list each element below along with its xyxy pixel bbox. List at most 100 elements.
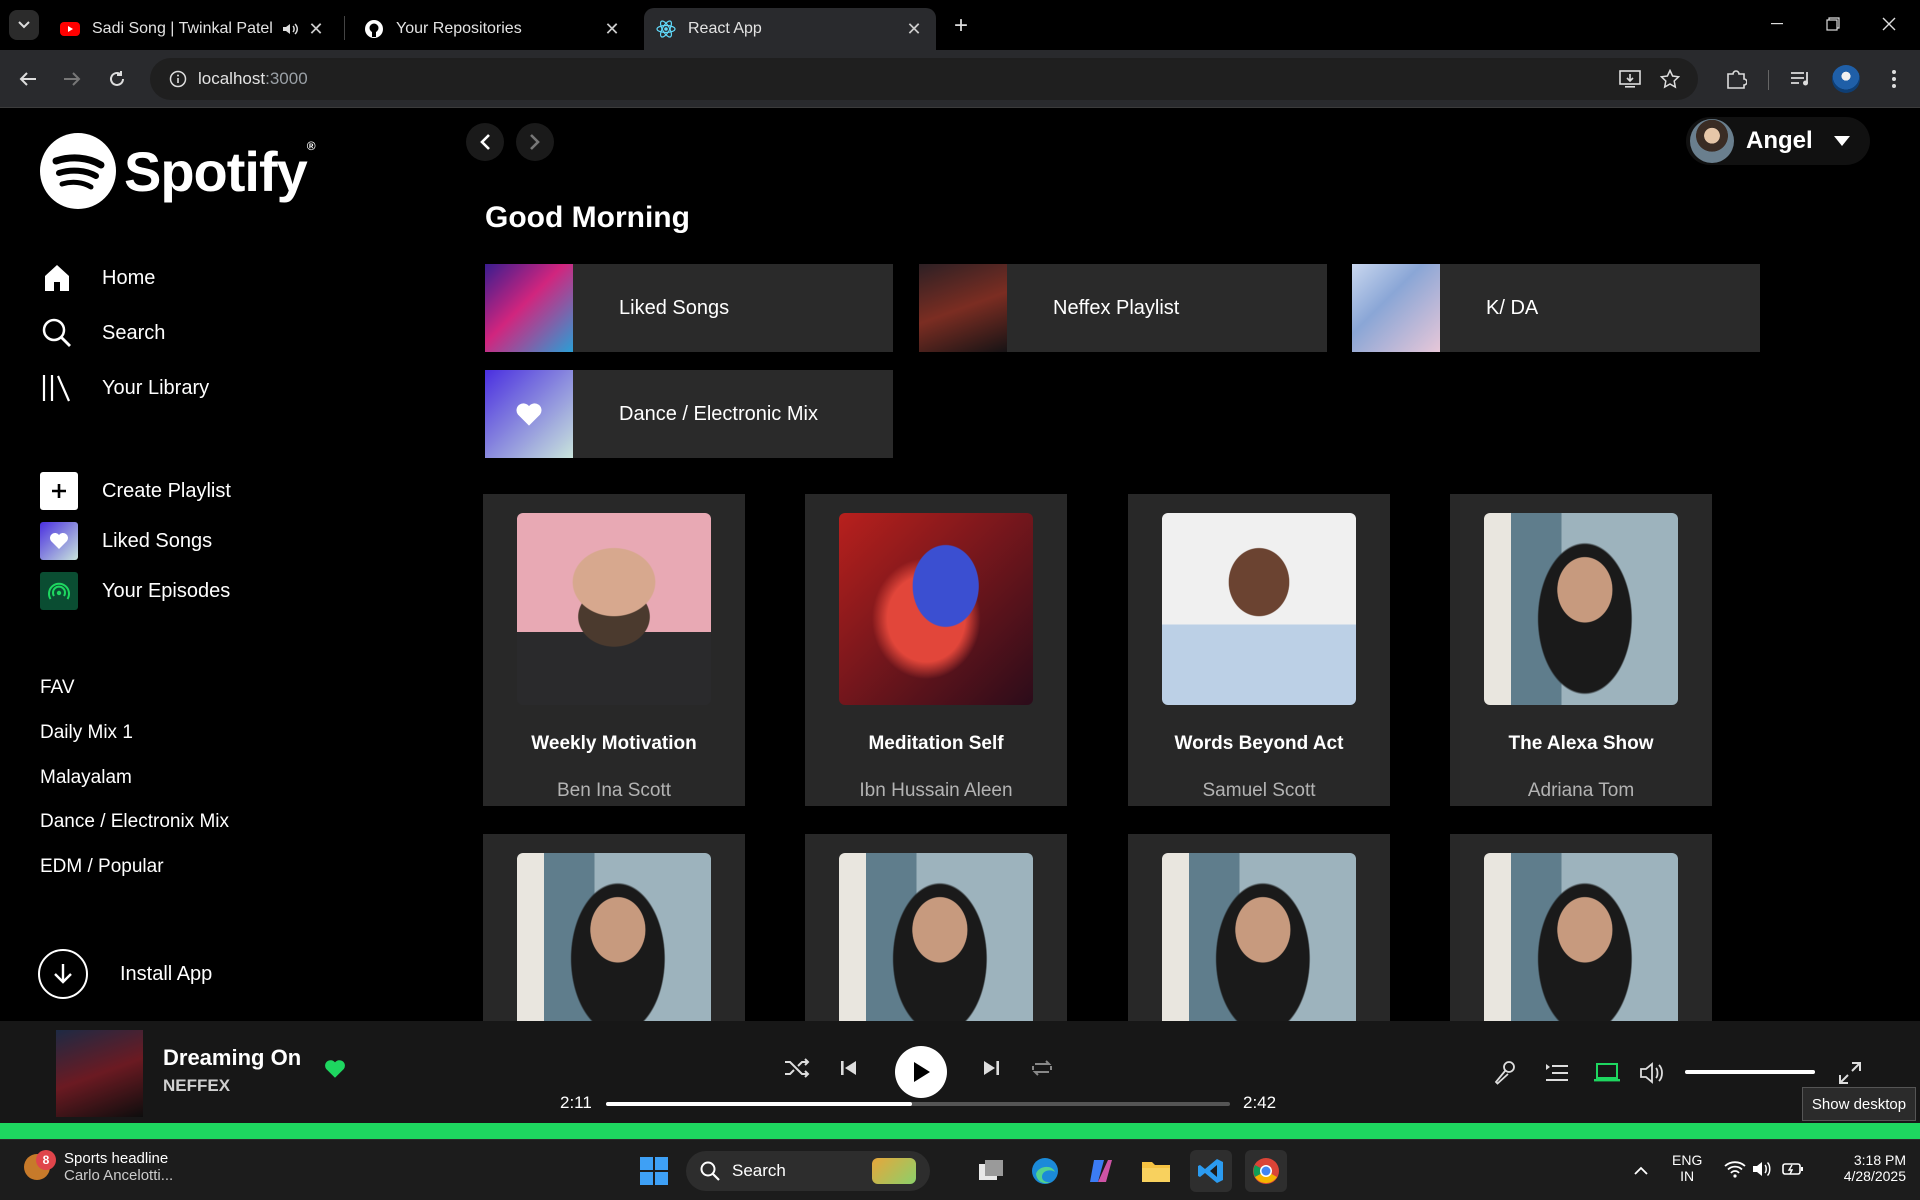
url-text[interactable]: localhost:3000 xyxy=(198,69,308,89)
sidebar-item-search[interactable]: Search xyxy=(40,316,165,350)
news-title: Sports headline xyxy=(64,1150,169,1167)
language-indicator[interactable]: ENG IN xyxy=(1672,1152,1702,1184)
address-bar[interactable]: localhost:3000 xyxy=(150,58,1698,100)
podcast-card[interactable]: Words Beyond Act Samuel Scott xyxy=(1128,494,1390,806)
quick-pick-label: K/ DA xyxy=(1486,296,1539,319)
avatar xyxy=(1690,119,1734,163)
progress-strip xyxy=(0,1123,1920,1139)
sidebar-playlist-item[interactable]: FAV xyxy=(40,677,75,699)
like-heart-icon[interactable] xyxy=(324,1059,346,1084)
clock[interactable]: 3:18 PM 4/28/2025 xyxy=(1826,1152,1906,1184)
react-icon xyxy=(656,19,676,39)
close-window-button[interactable] xyxy=(1866,8,1912,40)
podcast-card[interactable] xyxy=(483,834,745,1021)
quick-pick-liked-songs[interactable]: Liked Songs xyxy=(485,264,893,352)
forward-button[interactable] xyxy=(56,63,88,95)
start-button[interactable] xyxy=(633,1150,675,1192)
media-controls-icon[interactable] xyxy=(1785,63,1817,95)
new-tab-button[interactable]: + xyxy=(946,11,976,41)
profile-avatar-icon[interactable] xyxy=(1830,63,1862,95)
podcast-card[interactable]: Weekly Motivation Ben Ina Scott xyxy=(483,494,745,806)
quick-pick-artwork xyxy=(1352,264,1440,352)
taskbar-search[interactable]: Search xyxy=(686,1151,930,1191)
file-explorer-app[interactable] xyxy=(1135,1150,1177,1192)
user-menu[interactable]: Angel xyxy=(1686,117,1870,165)
speaker-icon[interactable] xyxy=(280,19,300,39)
play-button[interactable] xyxy=(895,1046,947,1098)
podcast-card[interactable] xyxy=(805,834,1067,1021)
speaker-icon xyxy=(1640,1062,1663,1084)
volume-tray-icon[interactable] xyxy=(1752,1160,1772,1183)
podcast-card[interactable]: Meditation Self Ibn Hussain Aleen xyxy=(805,494,1067,806)
extensions-icon[interactable] xyxy=(1720,63,1752,95)
task-view-icon xyxy=(979,1160,1003,1180)
volume-slider[interactable] xyxy=(1685,1070,1815,1074)
sidebar-playlist-item[interactable]: Daily Mix 1 xyxy=(40,722,133,744)
sidebar-item-label: Create Playlist xyxy=(102,479,231,502)
copilot-app[interactable] xyxy=(1080,1150,1122,1192)
browser-tab-react-app[interactable]: React App ✕ xyxy=(644,8,936,50)
news-widget[interactable]: 8 Sports headline Carlo Ancelotti... xyxy=(24,1150,173,1184)
your-episodes-button[interactable]: Your Episodes xyxy=(40,572,230,610)
sidebar-playlist-item[interactable]: Malayalam xyxy=(40,767,132,789)
history-forward-button[interactable] xyxy=(516,123,554,161)
next-button[interactable] xyxy=(974,1051,1008,1085)
lyrics-button[interactable] xyxy=(1490,1058,1520,1088)
restore-button[interactable] xyxy=(1810,8,1856,40)
taskbar-search-label: Search xyxy=(732,1161,786,1180)
browser-menu-icon[interactable] xyxy=(1878,63,1910,95)
liked-songs-button[interactable]: Liked Songs xyxy=(40,522,212,560)
connect-device-button[interactable] xyxy=(1592,1058,1622,1088)
shuffle-button[interactable] xyxy=(780,1051,814,1085)
quick-pick-neffex-playlist[interactable]: Neffex Playlist xyxy=(919,264,1327,352)
spotify-logo[interactable]: Spotify® xyxy=(40,133,316,209)
install-app-icon[interactable] xyxy=(1618,67,1642,91)
history-back-button[interactable] xyxy=(466,123,504,161)
volume-button[interactable] xyxy=(1637,1058,1667,1088)
quick-pick-dance-electronic-mix[interactable]: Dance / Electronic Mix xyxy=(485,370,893,458)
fullscreen-button[interactable] xyxy=(1835,1058,1865,1088)
tab-search-button[interactable] xyxy=(9,10,39,40)
now-playing-artist[interactable]: NEFFEX xyxy=(163,1076,230,1096)
device-icon xyxy=(1594,1063,1620,1082)
repeat-button[interactable] xyxy=(1025,1051,1059,1085)
now-playing-artwork[interactable] xyxy=(56,1030,143,1117)
close-icon xyxy=(1882,17,1896,31)
previous-button[interactable] xyxy=(832,1051,866,1085)
back-button[interactable] xyxy=(12,63,44,95)
wifi-icon[interactable] xyxy=(1724,1160,1746,1183)
reload-button[interactable] xyxy=(101,63,133,95)
sidebar-item-library[interactable]: Your Library xyxy=(40,371,209,405)
install-app-button[interactable]: Install App xyxy=(38,949,212,999)
chrome-app[interactable] xyxy=(1245,1150,1287,1192)
close-tab-icon[interactable]: ✕ xyxy=(904,19,924,39)
close-tab-icon[interactable]: ✕ xyxy=(602,19,622,39)
sidebar-item-home[interactable]: Home xyxy=(40,261,155,295)
card-image xyxy=(1162,853,1356,1021)
card-image xyxy=(517,853,711,1021)
vscode-app[interactable] xyxy=(1190,1150,1232,1192)
progress-bar[interactable] xyxy=(606,1102,1230,1106)
task-view-button[interactable] xyxy=(970,1150,1012,1192)
create-playlist-button[interactable]: Create Playlist xyxy=(40,472,231,510)
browser-tab-youtube[interactable]: Sadi Song | Twinkal Patel | C ✕ xyxy=(48,8,338,50)
card-title: Weekly Motivation xyxy=(531,733,697,754)
sidebar-playlist-item[interactable]: Dance / Electronix Mix xyxy=(40,811,229,833)
now-playing-title[interactable]: Dreaming On xyxy=(163,1045,301,1071)
site-info-icon[interactable] xyxy=(158,70,198,88)
bookmark-star-icon[interactable] xyxy=(1658,67,1682,91)
edge-app[interactable] xyxy=(1024,1150,1066,1192)
podcast-card[interactable] xyxy=(1128,834,1390,1021)
quick-pick-kda[interactable]: K/ DA xyxy=(1352,264,1760,352)
battery-icon[interactable] xyxy=(1782,1160,1804,1183)
show-hidden-icons-button[interactable] xyxy=(1620,1150,1662,1192)
podcast-card[interactable] xyxy=(1450,834,1712,1021)
podcast-card[interactable]: The Alexa Show Adriana Tom xyxy=(1450,494,1712,806)
card-subtitle: Samuel Scott xyxy=(1202,780,1316,801)
sidebar-playlist-item[interactable]: EDM / Popular xyxy=(40,856,164,878)
browser-tab-github[interactable]: Your Repositories ✕ xyxy=(352,8,634,50)
close-tab-icon[interactable]: ✕ xyxy=(306,19,326,39)
queue-button[interactable] xyxy=(1542,1058,1572,1088)
minimize-button[interactable] xyxy=(1754,8,1800,40)
page-title: Good Morning xyxy=(485,201,690,234)
